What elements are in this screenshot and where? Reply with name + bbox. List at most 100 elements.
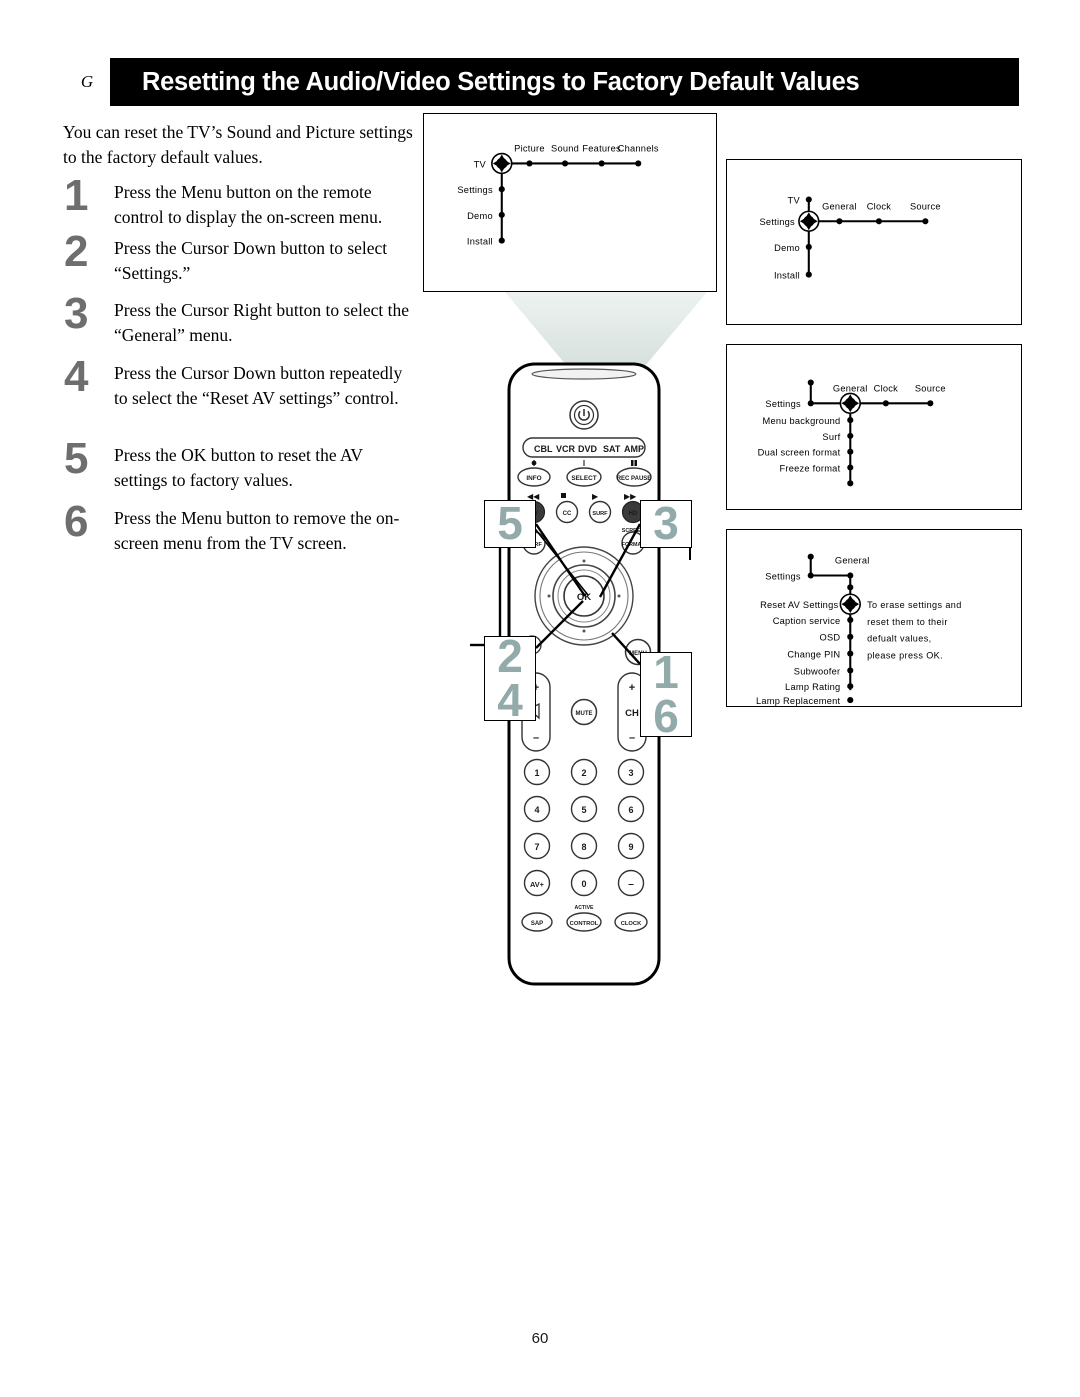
key-4-label: 4: [534, 805, 539, 815]
step-text: Press the Cursor Down button repeatedly …: [114, 363, 403, 408]
step-text: Press the Menu button on the remote cont…: [114, 182, 383, 227]
cursor-right-icon[interactable]: [617, 594, 621, 598]
key-av-plus[interactable]: AV+: [523, 869, 551, 897]
key-8[interactable]: 8: [570, 832, 598, 860]
rec-pause-button[interactable]: REC PAUSE: [616, 467, 652, 487]
key-1[interactable]: 1: [523, 758, 551, 786]
volume-down-label[interactable]: –: [533, 732, 539, 744]
menu1-v-label-1: Settings: [457, 185, 493, 195]
stop-glyph-icon: [561, 493, 566, 498]
step-item: 5 Press the OK button to reset the AV se…: [60, 437, 415, 506]
menu1-v-label-3: Install: [467, 237, 493, 247]
step-number: 5: [64, 434, 89, 483]
menu2-h-label-0: General: [822, 201, 857, 211]
cursor-selection-icon: [491, 152, 513, 175]
menu2-v-label-1: Settings: [759, 217, 795, 227]
menu-diagram-4: General Settings Reset AV Settings Capti…: [756, 553, 961, 706]
menu-diagram-3: General Clock Source Settings Menu backg…: [758, 379, 946, 487]
ok-button[interactable]: OK: [563, 575, 605, 617]
power-button[interactable]: [569, 400, 599, 430]
menu1-h-label-0: Picture: [514, 144, 545, 154]
play-glyph-icon: ▶: [592, 492, 599, 501]
step-item: 6 Press the Menu button to remove the on…: [60, 500, 415, 566]
sap-button[interactable]: SAP: [521, 912, 553, 932]
callout-cursor-right: 3: [640, 500, 692, 548]
key-5-label: 5: [581, 805, 586, 815]
menu3-sub-label-3: Freeze format: [780, 463, 841, 473]
step-text: Press the OK button to reset the AV sett…: [114, 445, 363, 490]
cursor-left-icon[interactable]: [547, 594, 551, 598]
menu4-h-label-0: General: [835, 556, 870, 566]
info-button[interactable]: INFO: [517, 467, 551, 487]
hd-button-label: HD: [629, 511, 638, 517]
active-control-button[interactable]: CONTROL: [566, 912, 602, 932]
cc-button-label: CC: [563, 511, 572, 517]
step-item: 2 Press the Cursor Down button to select…: [60, 230, 415, 298]
menu4-note-line-1: reset them to their: [867, 617, 948, 627]
menu3-h-label-0: General: [833, 383, 868, 393]
tv-menu-panel-4: General Settings Reset AV Settings Capti…: [726, 529, 1022, 707]
record-glyph-icon: [531, 460, 537, 466]
device-key-dvd[interactable]: DVD: [578, 444, 598, 454]
ir-emitter-icon: [531, 368, 637, 380]
active-control-caption: ACTIVE: [574, 905, 594, 911]
menu4-sub-label-3: Change PIN: [787, 650, 840, 660]
cursor-down-icon[interactable]: [582, 629, 586, 633]
menu1-v-label-0: TV: [474, 159, 487, 169]
device-key-amp[interactable]: AMP: [624, 444, 644, 454]
key-2-label: 2: [581, 768, 586, 778]
cc-button[interactable]: CC: [555, 500, 579, 524]
key-dash[interactable]: –: [617, 869, 645, 897]
select-button[interactable]: SELECT: [566, 467, 602, 487]
device-key-cbl[interactable]: CBL: [534, 444, 553, 454]
channel-up-label[interactable]: +: [629, 682, 635, 694]
mute-button-label: MUTE: [576, 711, 593, 717]
steps-list: 1 Press the Menu button on the remote co…: [60, 174, 415, 566]
pause-glyph-icon: [635, 460, 637, 466]
step-item: 1 Press the Menu button on the remote co…: [60, 174, 415, 236]
key-1-label: 1: [534, 768, 539, 778]
tv-menu-panel-3: General Clock Source Settings Menu backg…: [726, 344, 1022, 510]
key-3[interactable]: 3: [617, 758, 645, 786]
cursor-selection-icon: [839, 593, 861, 615]
menu4-v-label-0: Settings: [765, 571, 801, 581]
key-0[interactable]: 0: [570, 869, 598, 897]
key-9-label: 9: [628, 842, 633, 852]
ok-button-label: OK: [577, 592, 591, 603]
menu3-h-label-2: Source: [915, 383, 946, 393]
menu1-h-label-1: Sound: [551, 144, 579, 154]
callout-number: 1: [653, 645, 679, 698]
menu1-v-label-2: Demo: [467, 211, 493, 221]
key-6[interactable]: 6: [617, 795, 645, 823]
callout-cursor-down: 2 4: [484, 633, 536, 726]
menu2-h-label-2: Source: [910, 201, 941, 211]
key-2[interactable]: 2: [570, 758, 598, 786]
callout-number: 6: [653, 689, 679, 742]
key-dash-label: –: [628, 879, 634, 890]
info-button-label: INFO: [526, 475, 541, 482]
cursor-up-icon[interactable]: [582, 559, 586, 563]
step-item: 4 Press the Cursor Down button repeatedl…: [60, 355, 415, 443]
mute-button[interactable]: MUTE: [570, 698, 598, 726]
key-9[interactable]: 9: [617, 832, 645, 860]
active-control-button-label: CONTROL: [570, 921, 599, 927]
key-4[interactable]: 4: [523, 795, 551, 823]
page-title: Resetting the Audio/Video Settings to Fa…: [142, 67, 860, 96]
menu4-sub-label-5: Lamp Rating: [785, 682, 840, 692]
step-number: 3: [64, 289, 89, 338]
menu-diagram-2: General Clock Source TV Settings Demo In…: [759, 195, 941, 280]
callout-number: 4: [497, 673, 523, 726]
key-av-plus-label: AV+: [530, 880, 545, 889]
callout-number: 3: [653, 497, 679, 550]
channel-down-label[interactable]: –: [629, 732, 635, 744]
page-header-bar: G Resetting the Audio/Video Settings to …: [64, 58, 1019, 106]
key-7[interactable]: 7: [523, 832, 551, 860]
menu4-note-line-3: please press OK.: [867, 651, 943, 661]
clock-button[interactable]: CLOCK: [614, 912, 648, 932]
key-5[interactable]: 5: [570, 795, 598, 823]
device-key-sat[interactable]: SAT: [603, 444, 621, 454]
device-key-vcr[interactable]: VCR: [556, 444, 576, 454]
surf-button-top[interactable]: SURF: [588, 500, 612, 524]
step-text: Press the Cursor Right button to select …: [114, 300, 410, 345]
clock-button-label: CLOCK: [621, 921, 642, 927]
